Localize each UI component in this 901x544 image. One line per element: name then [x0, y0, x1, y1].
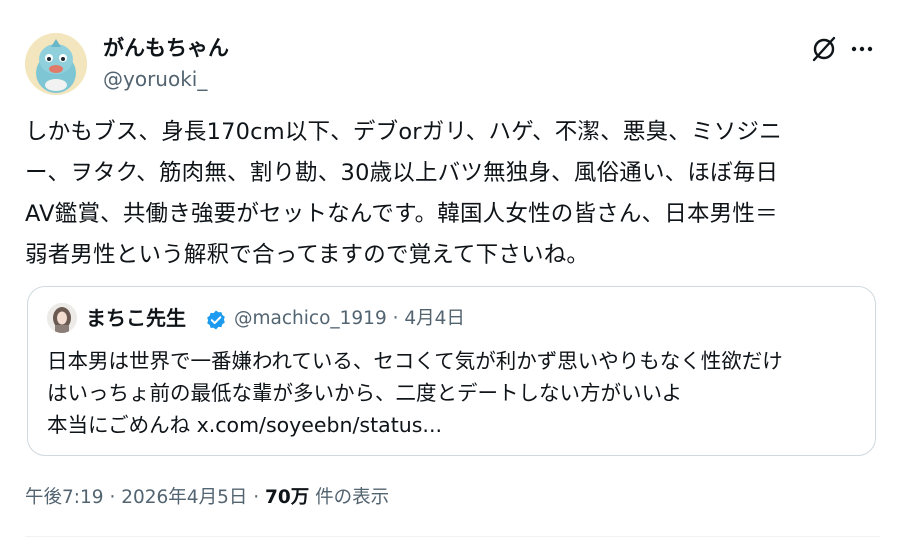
views-count: 70万 — [265, 487, 310, 508]
grok-icon[interactable] — [810, 35, 838, 63]
author-handle[interactable]: @yoruoki_ — [103, 66, 207, 92]
mascot-avatar-image — [25, 33, 87, 95]
footer-separator: · — [109, 487, 116, 508]
tweet: がんもちゃん @yoruoki_ しかもブス、身長170cm以下、デブorガリ、… — [0, 0, 901, 544]
quote-author-avatar[interactable] — [47, 303, 77, 333]
quote-text-line: 本当にごめんね x.com/soyeebn/status... — [47, 413, 442, 437]
verified-badge-icon — [207, 310, 225, 330]
divider — [25, 536, 880, 537]
tweet-text: しかもブス、身長170cm以下、デブorガリ、ハゲ、不潔、悪臭、ミソジニ ー、ヲ… — [25, 112, 885, 276]
quote-handle[interactable]: @machico_1919 — [234, 308, 387, 329]
quoted-tweet[interactable]: まちこ先生 @machico_1919 · 4月4日 日本男は世界で一番嫌われて… — [27, 286, 876, 456]
quote-display-name[interactable]: まちこ先生 — [86, 305, 186, 331]
post-date[interactable]: 2026年4月5日 — [121, 487, 247, 508]
author-avatar[interactable] — [25, 33, 87, 95]
post-time[interactable]: 午後7:19 — [25, 487, 104, 508]
quote-avatar-image — [47, 303, 77, 333]
views-label: 件の表示 — [315, 487, 390, 508]
tweet-text-line: 弱者男性という解釈で合ってますので覚えて下さいね。 — [25, 242, 590, 268]
quote-date[interactable]: 4月4日 — [404, 308, 465, 329]
more-icon[interactable] — [849, 38, 875, 60]
quote-text-line: はいっちょ前の最低な輩が多いから、二度とデートしない方がいいよ — [47, 381, 683, 405]
quote-text-line: 日本男は世界で一番嫌われている、セコくて気が利かず思いやりもなく性欲だけ — [47, 349, 783, 373]
quote-text: 日本男は世界で一番嫌われている、セコくて気が利かず思いやりもなく性欲だけ はいっ… — [47, 345, 867, 441]
tweet-text-line: AV鑑賞、共働き強要がセットなんです。韓国人女性の皆さん、日本男性＝ — [25, 201, 778, 227]
tweet-text-line: しかもブス、身長170cm以下、デブorガリ、ハゲ、不潔、悪臭、ミソジニ — [25, 119, 782, 145]
quote-separator: · — [392, 308, 399, 329]
tweet-footer: 午後7:19 · 2026年4月5日 · 70万 件の表示 — [25, 485, 389, 511]
quote-meta: @machico_1919 · 4月4日 — [234, 307, 465, 331]
author-display-name[interactable]: がんもちゃん — [103, 35, 229, 61]
tweet-text-line: ー、ヲタク、筋肉無、割り勘、30歳以上バツ無独身、風俗通い、ほぼ毎日 — [25, 160, 779, 186]
footer-separator: · — [253, 487, 260, 508]
